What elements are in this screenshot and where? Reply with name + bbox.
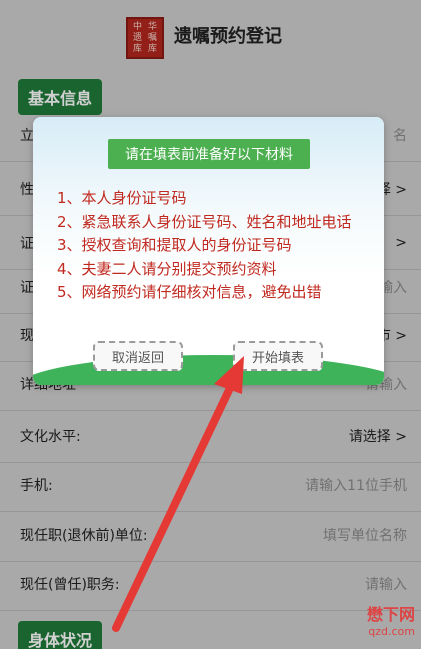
materials-list: 1、本人身份证号码 2、紧急联系人身份证号码、姓名和地址电话 3、授权查询和提取… [57,187,352,305]
dialog-title: 请在填表前准备好以下材料 [108,139,310,169]
watermark-line: qzd.com [368,625,415,638]
list-item: 3、授权查询和提取人的身份证号码 [57,236,292,254]
list-item: 4、夫妻二人请分别提交预约资料 [57,259,277,278]
list-item: 2、紧急联系人身份证号码、姓名和地址电话 [57,212,352,231]
list-item: 1、本人身份证号码 [57,189,187,207]
start-fill-button[interactable]: 开始填表 [233,341,323,371]
watermark-line: 懋下网 [366,605,415,624]
cancel-button[interactable]: 取消返回 [93,341,183,371]
list-item: 5、网络预约请仔细核对信息，避免出错 [57,283,322,301]
watermark: 懋下网 qzd.com [351,601,415,645]
app-screen: 中 华 遗 嘱 库 库 遗嘱预约登记 基本信息 立 名 性 择 > 证 > 证 … [0,0,421,649]
preparation-dialog: 请在填表前准备好以下材料 1、本人身份证号码 2、紧急联系人身份证号码、姓名和地… [33,117,384,385]
